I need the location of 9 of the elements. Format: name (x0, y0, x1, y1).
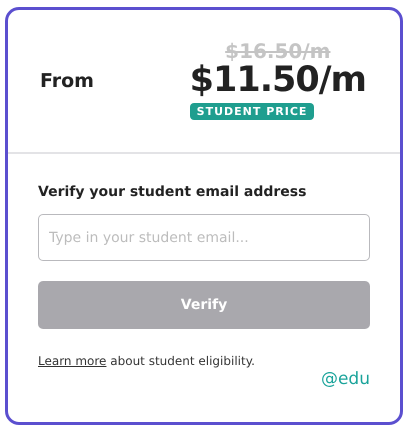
edu-label: @edu (320, 369, 370, 389)
eligibility-note: Learn more about student eligibility. (38, 353, 256, 370)
learn-more-link[interactable]: Learn more (38, 354, 106, 368)
verify-heading: Verify your student email address (38, 183, 308, 202)
from-label: From (40, 68, 94, 94)
email-field[interactable]: Type in your student email... (38, 214, 370, 261)
student-price: $11.50/m (190, 62, 366, 98)
original-price: $16.50/m (225, 40, 330, 62)
student-price-badge: STUDENT PRICE (190, 103, 314, 120)
